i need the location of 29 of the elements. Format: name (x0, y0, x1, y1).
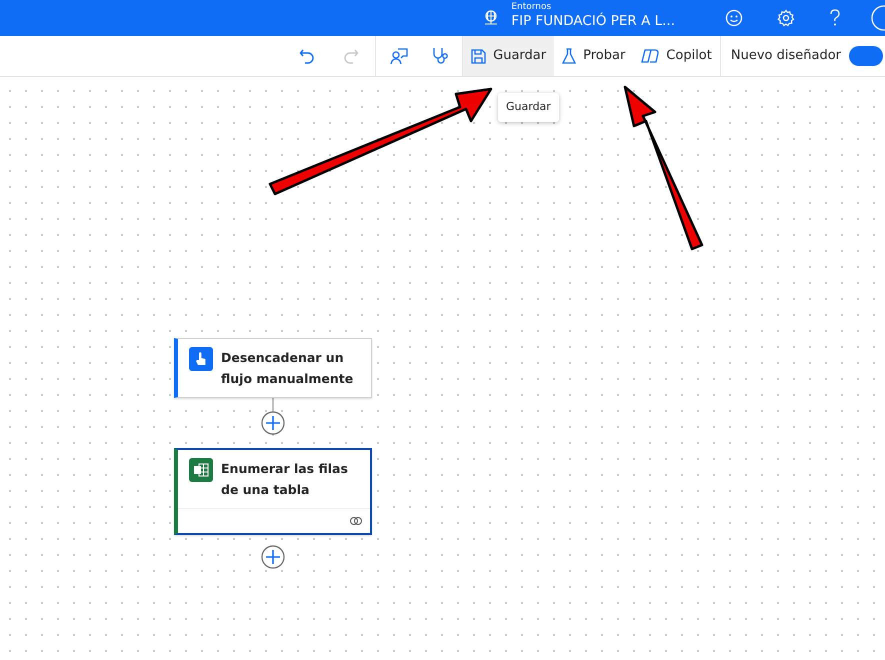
help-icon[interactable] (829, 9, 841, 27)
settings-icon[interactable] (777, 9, 795, 27)
flow-step-card[interactable]: Enumerar las filas de una tabla (174, 448, 372, 535)
step-title: Desencadenar un flujo manualmente (221, 349, 354, 388)
environment-name[interactable]: FIP FUNDACIÓ PER A L... (511, 12, 675, 30)
save-icon (471, 48, 486, 64)
stethoscope-icon (432, 47, 450, 65)
add-step-icon[interactable] (261, 545, 285, 569)
undo-icon (299, 48, 316, 64)
spreadsheet-icon (189, 458, 213, 482)
new-designer-label: Nuevo diseñador (730, 47, 841, 66)
save-button[interactable]: Guardar (463, 36, 554, 76)
copilot-button[interactable]: Copilot (633, 36, 720, 76)
add-step-icon[interactable] (261, 411, 285, 435)
person-chat-icon (390, 47, 408, 65)
environment-label: Entornos (511, 3, 552, 12)
copilot-icon (641, 48, 660, 64)
save-tooltip: Guardar (498, 93, 559, 122)
test-button[interactable]: Probar (554, 36, 634, 76)
avatar-icon[interactable] (871, 5, 885, 31)
flow-step-card[interactable]: Desencadenar un flujo manualmente (174, 338, 372, 398)
link-icon[interactable] (349, 516, 363, 526)
flask-icon (562, 48, 576, 64)
redo-icon (343, 48, 360, 64)
new-designer-toggle[interactable] (849, 46, 883, 66)
hand-icon (189, 347, 213, 371)
smiley-icon[interactable] (725, 9, 743, 27)
globe-icon[interactable] (483, 10, 500, 26)
step-title: Enumerar las filas de una tabla (221, 460, 349, 499)
